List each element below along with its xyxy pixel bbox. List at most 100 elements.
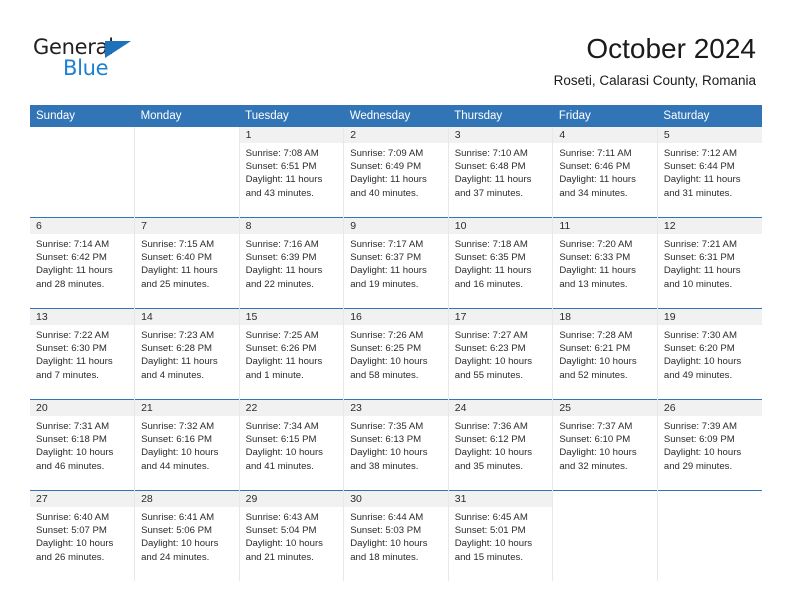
calendar-grid: Sunday Monday Tuesday Wednesday Thursday… xyxy=(30,105,762,581)
calendar-cell-inner: 31 Sunrise: 6:45 AM Sunset: 5:01 PM Dayligh… xyxy=(448,491,553,581)
calendar-cell-day[interactable]: 22 Sunrise: 7:34 AM Sunset: 6:15 PM Dayligh… xyxy=(238,399,344,491)
calendar-cell-day[interactable]: 15 Sunrise: 7:25 AM Sunset: 6:26 PM Dayligh… xyxy=(238,308,344,400)
weekday-header-sunday: Sunday xyxy=(30,105,135,127)
calendar-cell-day[interactable]: 9 Sunrise: 7:17 AM Sunset: 6:37 PM Daylight… xyxy=(343,217,449,309)
day-details xyxy=(658,507,762,511)
day-number: 31 xyxy=(448,491,553,507)
calendar-cell-day[interactable]: 13 Sunrise: 7:22 AM Sunset: 6:30 PM Dayligh… xyxy=(30,309,135,400)
sunrise-time: Sunrise: 7:15 AM xyxy=(141,239,215,250)
calendar-cell-day[interactable]: 5 Sunrise: 7:12 AM Sunset: 6:44 PM Daylight… xyxy=(656,127,762,218)
day-number: 18 xyxy=(553,309,657,325)
day-number xyxy=(658,491,762,507)
sunset-time: Sunset: 5:07 PM xyxy=(36,525,107,537)
calendar-cell-day[interactable]: 1 Sunrise: 7:08 AM Sunset: 6:51 PM Daylight… xyxy=(238,127,344,218)
weekday-header-wednesday: Wednesday xyxy=(343,105,449,127)
calendar-cell-day[interactable]: 14 Sunrise: 7:23 AM Sunset: 6:28 PM Dayligh… xyxy=(134,308,240,400)
sunrise-time: Sunrise: 7:30 AM xyxy=(663,330,737,341)
calendar-cell-day[interactable]: 10 Sunrise: 7:18 AM Sunset: 6:35 PM Dayligh… xyxy=(447,217,553,309)
daylight-line-2: and 28 minutes. xyxy=(36,278,105,290)
sunset-time: Sunset: 6:40 PM xyxy=(141,252,212,264)
calendar-cell-inner: 12 Sunrise: 7:21 AM Sunset: 6:31 PM Dayligh… xyxy=(657,218,762,308)
calendar-cell-day[interactable]: 3 Sunrise: 7:10 AM Sunset: 6:48 PM Daylight… xyxy=(447,127,553,218)
sunset-time: Sunset: 6:16 PM xyxy=(141,434,212,446)
day-details xyxy=(135,143,239,147)
daylight-line-2: and 13 minutes. xyxy=(559,278,628,290)
calendar-cell-day[interactable]: 17 Sunrise: 7:27 AM Sunset: 6:23 PM Dayligh… xyxy=(447,308,553,400)
calendar-cell-inner: 1 Sunrise: 7:08 AM Sunset: 6:51 PM Daylight… xyxy=(239,127,344,217)
calendar-cell-day[interactable]: 12 Sunrise: 7:21 AM Sunset: 6:31 PM Dayligh… xyxy=(656,217,762,309)
daylight-line-1: Daylight: 11 hours xyxy=(245,265,323,277)
calendar-cell-day[interactable]: 29 Sunrise: 6:43 AM Sunset: 5:04 PM Dayligh… xyxy=(238,490,344,581)
calendar-page: General Blue October 2024 Roseti, Calara… xyxy=(0,0,792,612)
sunrise-time: Sunrise: 6:40 AM xyxy=(36,512,110,523)
calendar-cell-empty xyxy=(656,490,762,581)
calendar-header-row: Sunday Monday Tuesday Wednesday Thursday… xyxy=(30,105,762,127)
calendar-cell-day[interactable]: 20 Sunrise: 7:31 AM Sunset: 6:18 PM Dayligh… xyxy=(30,400,135,491)
calendar-cell-day[interactable]: 26 Sunrise: 7:39 AM Sunset: 6:09 PM Dayligh… xyxy=(656,399,762,491)
daylight-line-1: Daylight: 11 hours xyxy=(350,174,427,186)
daylight-line-2: and 10 minutes. xyxy=(663,278,733,290)
weekday-header-saturday: Saturday xyxy=(657,105,762,127)
sunrise-time: Sunrise: 7:28 AM xyxy=(559,330,633,341)
day-number: 24 xyxy=(448,400,553,416)
day-details: Sunrise: 6:43 AM Sunset: 5:04 PM Daylight:… xyxy=(240,507,344,564)
daylight-line-1: Daylight: 10 hours xyxy=(245,538,323,550)
sunset-time: Sunset: 6:46 PM xyxy=(559,161,631,173)
day-details: Sunrise: 7:37 AM Sunset: 6:10 PM Daylight:… xyxy=(553,416,657,473)
day-number: 7 xyxy=(135,218,239,234)
calendar-cell-day[interactable]: 27 Sunrise: 6:40 AM Sunset: 5:07 PM Dayligh… xyxy=(30,491,135,582)
day-number: 2 xyxy=(344,127,448,143)
daylight-line-2: and 15 minutes. xyxy=(454,551,524,563)
sunrise-time: Sunrise: 7:08 AM xyxy=(245,148,319,159)
calendar-cell-day[interactable]: 6 Sunrise: 7:14 AM Sunset: 6:42 PM Daylight… xyxy=(30,218,135,309)
daylight-line-2: and 44 minutes. xyxy=(141,460,210,472)
day-details: Sunrise: 7:10 AM Sunset: 6:48 PM Daylight:… xyxy=(449,143,553,200)
day-number: 25 xyxy=(553,400,657,416)
daylight-line-1: Daylight: 11 hours xyxy=(36,356,113,368)
calendar-cell-day[interactable]: 19 Sunrise: 7:30 AM Sunset: 6:20 PM Dayligh… xyxy=(656,308,762,400)
calendar-cell-day[interactable]: 23 Sunrise: 7:35 AM Sunset: 6:13 PM Dayligh… xyxy=(343,399,449,491)
calendar-cell-day[interactable]: 2 Sunrise: 7:09 AM Sunset: 6:49 PM Daylight… xyxy=(343,127,449,218)
calendar-cell-day[interactable]: 7 Sunrise: 7:15 AM Sunset: 6:40 PM Daylight… xyxy=(134,217,240,309)
weekday-header-thursday: Thursday xyxy=(448,105,553,127)
calendar-cell-day[interactable]: 30 Sunrise: 6:44 AM Sunset: 5:03 PM Dayligh… xyxy=(343,490,449,581)
day-number: 16 xyxy=(344,309,448,325)
calendar-cell-inner: 18 Sunrise: 7:28 AM Sunset: 6:21 PM Dayligh… xyxy=(553,309,657,399)
calendar-cell-day[interactable]: 8 Sunrise: 7:16 AM Sunset: 6:39 PM Daylight… xyxy=(238,217,344,309)
calendar-cell-day[interactable]: 28 Sunrise: 6:41 AM Sunset: 5:06 PM Dayligh… xyxy=(134,490,240,581)
sunrise-time: Sunrise: 7:16 AM xyxy=(245,239,319,250)
sunset-time: Sunset: 6:51 PM xyxy=(245,161,317,173)
day-details: Sunrise: 7:18 AM Sunset: 6:35 PM Daylight:… xyxy=(449,234,553,291)
daylight-line-2: and 37 minutes. xyxy=(454,187,524,199)
day-number: 23 xyxy=(344,400,448,416)
sunset-time: Sunset: 5:01 PM xyxy=(454,525,526,537)
day-number: 20 xyxy=(30,400,135,416)
sunrise-time: Sunrise: 6:45 AM xyxy=(454,512,528,523)
calendar-cell-day[interactable]: 4 Sunrise: 7:11 AM Sunset: 6:46 PM Daylight… xyxy=(552,127,658,218)
day-number xyxy=(135,127,239,143)
calendar-cell-day[interactable]: 24 Sunrise: 7:36 AM Sunset: 6:12 PM Dayligh… xyxy=(447,399,553,491)
daylight-line-1: Daylight: 11 hours xyxy=(454,265,532,277)
daylight-line-1: Daylight: 10 hours xyxy=(663,356,742,368)
calendar-cell-day[interactable]: 11 Sunrise: 7:20 AM Sunset: 6:33 PM Dayligh… xyxy=(552,217,658,309)
calendar-cell-day[interactable]: 31 Sunrise: 6:45 AM Sunset: 5:01 PM Dayligh… xyxy=(447,490,553,581)
day-number: 1 xyxy=(239,127,344,143)
daylight-line-1: Daylight: 10 hours xyxy=(559,447,637,459)
calendar-cell-day[interactable]: 16 Sunrise: 7:26 AM Sunset: 6:25 PM Dayligh… xyxy=(343,308,449,400)
sunset-time: Sunset: 6:42 PM xyxy=(36,252,107,264)
calendar-cell-inner: 28 Sunrise: 6:41 AM Sunset: 5:06 PM Dayligh… xyxy=(135,491,239,581)
daylight-line-2: and 43 minutes. xyxy=(245,187,314,199)
daylight-line-2: and 1 minute. xyxy=(245,369,304,381)
day-details: Sunrise: 7:30 AM Sunset: 6:20 PM Daylight:… xyxy=(658,325,762,382)
sunrise-time: Sunrise: 7:36 AM xyxy=(454,421,528,432)
sunset-time: Sunset: 6:18 PM xyxy=(36,434,107,446)
sunset-time: Sunset: 5:04 PM xyxy=(245,525,317,537)
calendar-cell-day[interactable]: 21 Sunrise: 7:32 AM Sunset: 6:16 PM Dayligh… xyxy=(134,399,240,491)
sunrise-time: Sunrise: 6:44 AM xyxy=(350,512,424,523)
calendar-cell-day[interactable]: 25 Sunrise: 7:37 AM Sunset: 6:10 PM Dayligh… xyxy=(552,399,658,491)
daylight-line-2: and 18 minutes. xyxy=(350,551,419,563)
calendar-cell-day[interactable]: 18 Sunrise: 7:28 AM Sunset: 6:21 PM Dayligh… xyxy=(552,308,658,400)
calendar-week-row: 20 Sunrise: 7:31 AM Sunset: 6:18 PM Dayligh… xyxy=(30,399,762,491)
sunrise-time: Sunrise: 7:11 AM xyxy=(559,148,632,159)
calendar-cell-inner: 15 Sunrise: 7:25 AM Sunset: 6:26 PM Dayligh… xyxy=(239,309,344,399)
